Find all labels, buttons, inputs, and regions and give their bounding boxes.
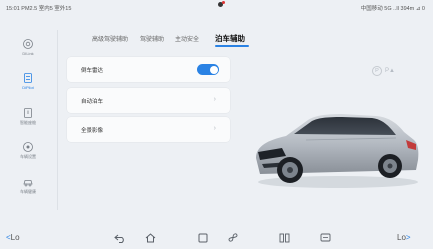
back-icon[interactable]	[114, 233, 126, 243]
sidebar-item-label: 车辆健康	[20, 189, 36, 194]
chevron-right-icon: ›	[213, 125, 216, 132]
tab-advanced-driving-assist[interactable]: 高级驾驶辅助	[92, 34, 128, 43]
parking-circle-icon: P	[372, 66, 382, 76]
setting-row-auto-parking[interactable]: 自动泊车 ›	[67, 88, 230, 113]
notification-icon	[218, 1, 225, 7]
seat-heat-icon[interactable]	[279, 233, 290, 243]
parking-status-text: P▲	[385, 68, 395, 74]
setting-row-panoramic[interactable]: 全景影像 ›	[67, 117, 230, 142]
left-temperature-value: Lo	[10, 233, 20, 242]
parking-status-indicator: P P▲	[372, 66, 395, 76]
auto-parking-label: 自动泊车	[81, 99, 104, 105]
setting-row-reverse-radar: 倒车雷达	[67, 57, 230, 82]
status-left-text: 15:01 PM2.5 室内5 室外15	[6, 6, 72, 12]
tab-active-safety[interactable]: 主动安全	[175, 34, 199, 43]
reverse-radar-toggle[interactable]	[197, 64, 219, 75]
vehicle-image	[256, 114, 419, 188]
car-settings-icon	[23, 142, 33, 152]
sidebar-item-label: 车辆设置	[20, 154, 36, 159]
car-health-icon	[23, 180, 33, 187]
active-tab-indicator	[215, 45, 249, 47]
status-right-text: 中国移动 5G ..Il 394m ⊿ 0	[360, 6, 425, 12]
sidebar-item-car-health[interactable]: 车辆健康	[8, 176, 48, 204]
sidebar: DILink DiPilot 智能座舱 车辆设置 车辆健康	[8, 30, 48, 210]
status-bar: 15:01 PM2.5 室内5 室外15 中国移动 5G ..Il 394m ⊿…	[0, 0, 433, 14]
fan-icon[interactable]	[227, 232, 239, 243]
sidebar-divider	[57, 30, 58, 210]
sidebar-item-label: DILink	[22, 51, 34, 56]
right-temperature-control[interactable]: Lo>	[397, 233, 411, 242]
sidebar-item-label: DiPilot	[22, 85, 34, 90]
dipilot-icon	[24, 73, 32, 83]
home-icon[interactable]	[145, 233, 156, 243]
panoramic-label: 全景影像	[81, 128, 104, 134]
tab-parking-assist[interactable]: 泊车辅助	[215, 33, 245, 44]
sidebar-item-dipilot[interactable]: DiPilot	[8, 72, 48, 100]
left-temperature-control[interactable]: <Lo	[6, 233, 20, 242]
cockpit-icon	[24, 108, 32, 118]
tab-driving-assist[interactable]: 驾驶辅助	[140, 34, 164, 43]
sidebar-item-car-settings[interactable]: 车辆设置	[8, 141, 48, 169]
sidebar-item-cockpit[interactable]: 智能座舱	[8, 107, 48, 135]
reverse-radar-label: 倒车雷达	[81, 68, 104, 74]
sidebar-item-label: 智能座舱	[20, 120, 36, 125]
right-temperature-value: Lo	[397, 233, 406, 242]
chevron-right-icon: ›	[213, 96, 216, 103]
dilink-icon	[23, 39, 33, 49]
defrost-icon[interactable]	[320, 233, 331, 243]
recent-apps-icon[interactable]	[198, 233, 208, 243]
chevron-right-icon: >	[405, 233, 411, 242]
bottom-bar: <Lo Lo>	[0, 226, 433, 249]
sidebar-item-dilink[interactable]: DILink	[8, 38, 48, 66]
